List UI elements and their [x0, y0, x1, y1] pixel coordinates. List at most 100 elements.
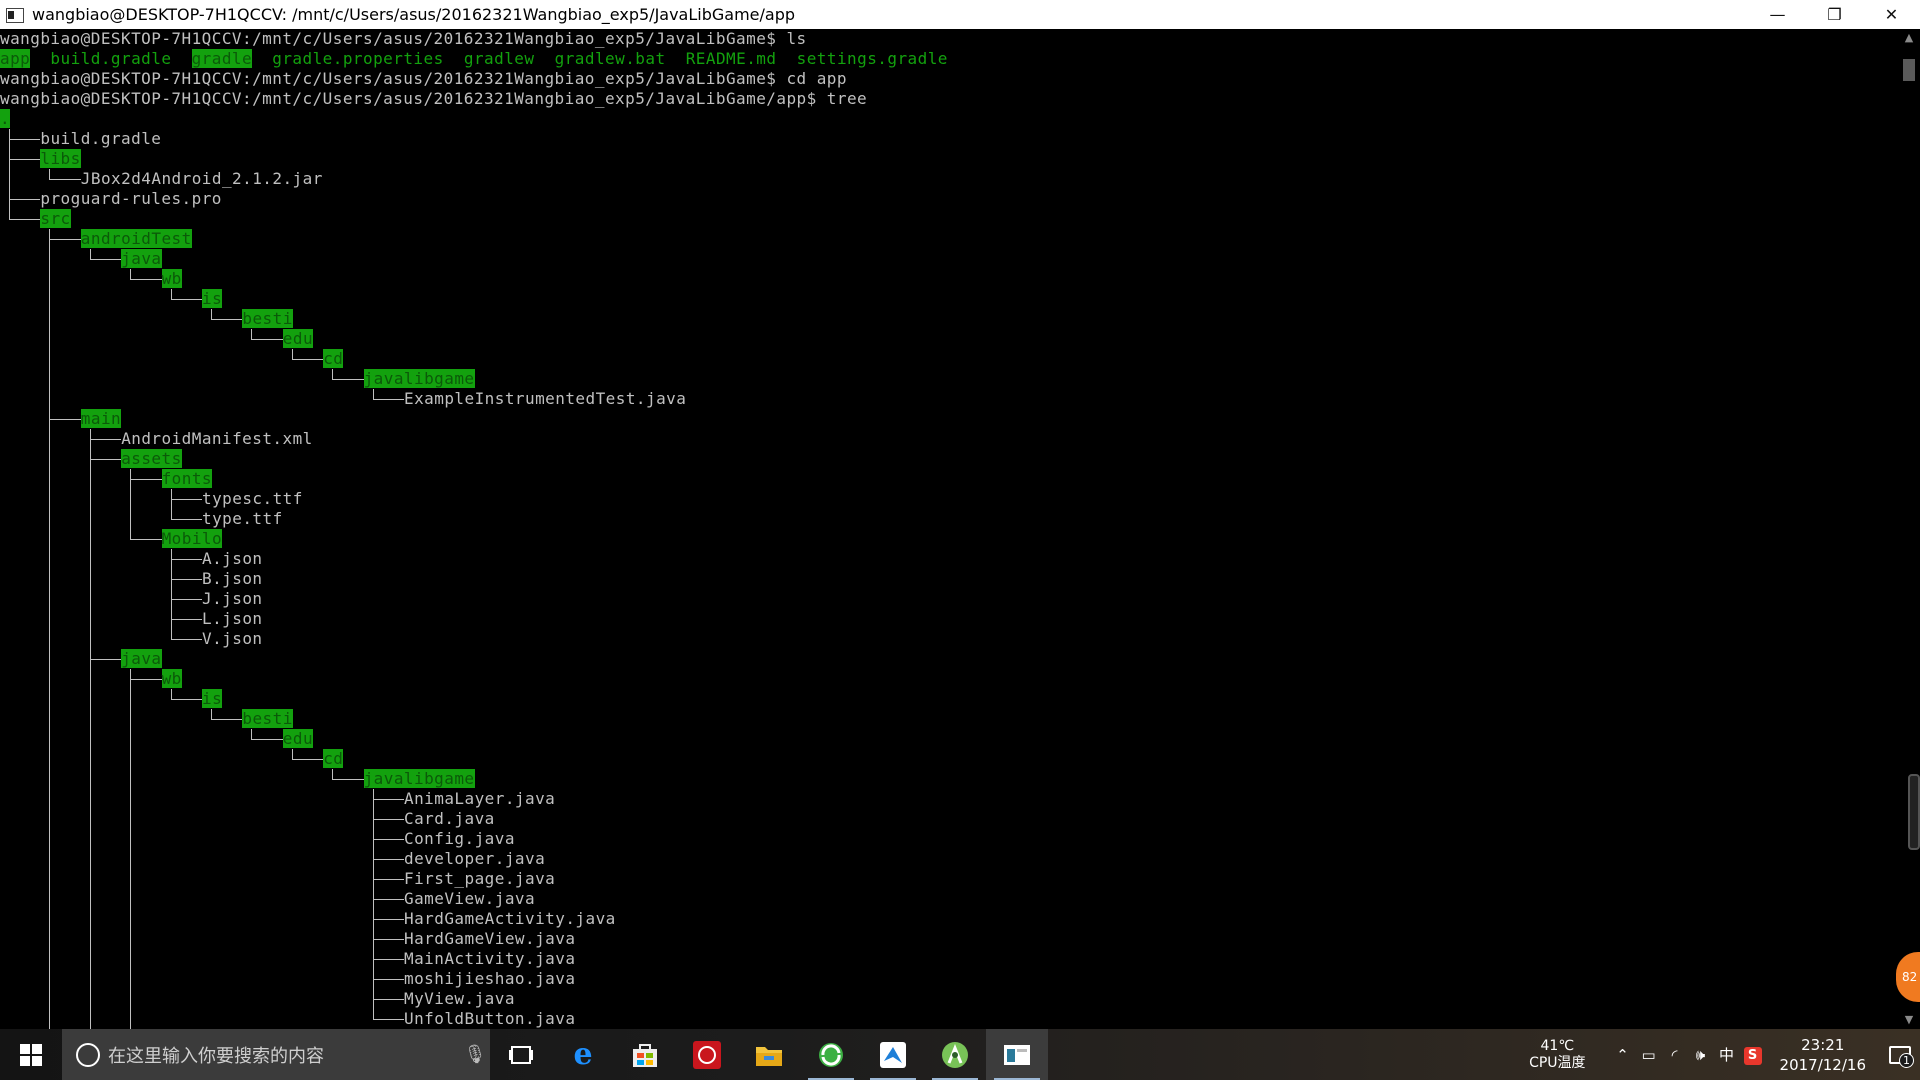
tree-file-name: UnfoldButton.java	[404, 1009, 576, 1028]
prompt-line-ls: wangbiao@DESKTOP-7H1QCCV:/mnt/c/Users/as…	[0, 29, 807, 48]
start-button[interactable]	[0, 1029, 62, 1080]
tree-file-name: type.ttf	[202, 509, 283, 528]
ls-file-entry: build.gradle	[50, 49, 172, 68]
microphone-icon[interactable]: 🎙	[460, 1044, 490, 1065]
tree-connector	[9, 129, 10, 219]
tree-connector	[170, 489, 172, 519]
tree-connector	[49, 229, 51, 1029]
taskbar-search-box[interactable]: 在这里输入你要搜索的内容 🎙	[62, 1029, 490, 1080]
tree-dir-name: Mobilo	[161, 529, 223, 548]
taskbar-store[interactable]	[614, 1029, 676, 1080]
tree-dir-name: javalibgame	[363, 369, 475, 388]
android-studio-icon	[942, 1041, 968, 1068]
tree-file-entry: V.json	[202, 629, 263, 649]
tree-file-name: HardGameActivity.java	[404, 909, 616, 928]
tree-connector	[291, 349, 293, 359]
scroll-down-icon[interactable]: ▼	[1898, 1011, 1920, 1029]
taskbar-browser[interactable]	[800, 1029, 862, 1080]
ls-file-entry: README.md	[685, 49, 777, 68]
tree-dir-entry: cd	[323, 749, 344, 769]
tree-file-name: B.json	[202, 569, 263, 588]
tree-connector	[9, 219, 41, 220]
tree-file-entry: HardGameActivity.java	[404, 909, 616, 929]
tree-file-entry: HardGameView.java	[404, 929, 575, 949]
window-titlebar: wangbiao@DESKTOP-7H1QCCV: /mnt/c/Users/a…	[0, 0, 1920, 29]
side-drag-handle[interactable]	[1908, 774, 1920, 850]
taskbar-app-blue[interactable]	[862, 1029, 924, 1080]
tree-connector	[89, 249, 91, 259]
taskbar-clock[interactable]: 23:21 2017/12/16	[1780, 1035, 1866, 1075]
tree-file-name: JBox2d4Android_2.1.2.jar	[80, 169, 323, 188]
tree-connector	[130, 679, 162, 680]
taskbar-edge[interactable]: e	[552, 1029, 614, 1080]
taskbar-file-explorer[interactable]	[738, 1029, 800, 1080]
tree-file-name: ExampleInstrumentedTest.java	[404, 389, 687, 408]
action-center-button[interactable]: 1	[1880, 1029, 1920, 1080]
tree-dir-name: besti	[242, 309, 293, 328]
tree-dir-entry: cd	[323, 349, 344, 369]
task-view-button[interactable]	[490, 1029, 552, 1080]
tree-dir-name: cd	[323, 349, 344, 368]
tree-connector	[211, 719, 243, 720]
ls-dir-entry: app	[0, 49, 31, 68]
tree-file-name: developer.java	[404, 849, 546, 868]
tree-file-name: moshijieshao.java	[404, 969, 576, 988]
tree-dir-name: .	[0, 109, 11, 128]
tree-connector	[9, 199, 41, 200]
chevron-up-icon[interactable]: ⌃	[1610, 1046, 1636, 1064]
tree-file-entry: JBox2d4Android_2.1.2.jar	[81, 169, 323, 189]
terminal-output[interactable]: wangbiao@DESKTOP-7H1QCCV:/mnt/c/Users/as…	[0, 29, 1898, 1029]
tree-dir-name: src	[40, 209, 71, 228]
terminal-icon	[1004, 1044, 1030, 1065]
tree-dir-entry: java	[121, 249, 162, 269]
tree-connector	[251, 329, 253, 339]
taskbar-android-studio[interactable]	[924, 1029, 986, 1080]
taskbar-terminal[interactable]	[986, 1029, 1048, 1080]
cpu-temperature[interactable]: 41℃ CPU温度	[1529, 1038, 1585, 1072]
tree-connector	[49, 419, 81, 420]
tree-connector	[372, 399, 404, 400]
clock-date: 2017/12/16	[1779, 1055, 1866, 1074]
tree-file-entry: First_page.java	[404, 869, 555, 889]
tree-connector	[49, 239, 81, 240]
sogou-ime-icon[interactable]: S	[1740, 1045, 1766, 1065]
taskbar-app-red[interactable]	[676, 1029, 738, 1080]
tree-connector	[211, 319, 243, 320]
tree-connector	[89, 459, 122, 460]
close-button[interactable]: ✕	[1863, 0, 1920, 29]
tree-file-name: MainActivity.java	[404, 949, 576, 968]
tree-dir-name: libs	[40, 149, 81, 168]
tree-dir-entry: Mobilo	[161, 529, 223, 549]
tree-connector	[130, 269, 132, 279]
tree-connector	[130, 479, 162, 480]
scroll-up-icon[interactable]: ▲	[1898, 29, 1920, 47]
tree-dir-entry: libs	[40, 149, 81, 169]
tree-dir-name: javalibgame	[363, 769, 475, 788]
volume-icon[interactable]: 🕪	[1688, 1046, 1714, 1064]
ls-file-entry: gradlew	[463, 49, 535, 68]
wifi-icon[interactable]: ◜	[1662, 1046, 1688, 1064]
store-icon	[633, 1043, 657, 1067]
terminal-scrollbar[interactable]: ▲ ▼	[1898, 29, 1920, 1029]
tree-connector	[170, 559, 202, 560]
tree-file-entry: B.json	[202, 569, 263, 589]
tree-connector	[49, 179, 81, 180]
tree-connector	[170, 289, 172, 299]
tree-file-name: proguard-rules.pro	[40, 189, 222, 208]
tree-file-entry: L.json	[202, 609, 263, 629]
tree-dir-entry: wb	[161, 669, 182, 689]
tree-dir-entry: fonts	[161, 469, 213, 489]
tree-file-entry: J.json	[202, 589, 263, 609]
minimize-button[interactable]: —	[1749, 0, 1806, 29]
maximize-button[interactable]: ❐	[1806, 0, 1863, 29]
tree-connector	[89, 439, 122, 440]
red-app-icon	[693, 1040, 721, 1069]
tree-dir-name: cd	[323, 749, 344, 768]
scrollbar-thumb[interactable]	[1903, 59, 1915, 81]
tree-connector	[372, 939, 404, 940]
ime-indicator[interactable]: 中	[1714, 1044, 1740, 1065]
battery-icon[interactable]: ▭	[1636, 1046, 1662, 1064]
tree-connector	[9, 159, 41, 160]
tree-file-name: AnimaLayer.java	[404, 789, 556, 808]
tree-dir-name: wb	[161, 669, 182, 688]
